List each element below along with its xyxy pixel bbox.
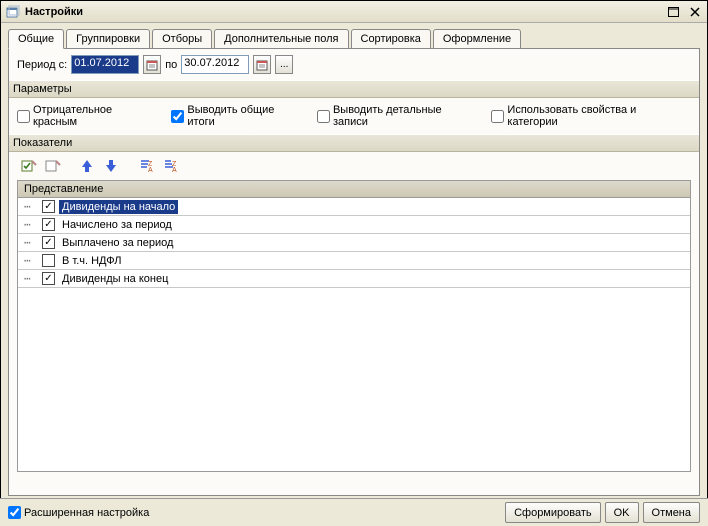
calendar-from-button[interactable] — [143, 55, 161, 74]
table-row[interactable]: ⋯ Выплачено за период — [18, 234, 690, 252]
row-label: Начислено за период — [59, 218, 175, 232]
tree-branch-icon: ⋯ — [24, 272, 42, 285]
tab-extra-fields[interactable]: Дополнительные поля — [214, 29, 348, 48]
toolbar-check-all-button[interactable] — [19, 156, 39, 176]
checkbox-input[interactable] — [491, 110, 504, 123]
table-row[interactable]: ⋯ Дивиденды на начало — [18, 198, 690, 216]
maximize-button[interactable] — [665, 5, 681, 19]
period-to-input[interactable]: 30.07.2012 — [181, 55, 249, 74]
tab-label: Оформление — [443, 33, 511, 45]
checkbox-input[interactable] — [317, 110, 330, 123]
ok-button[interactable]: OK — [605, 502, 639, 523]
window-titlebar: Настройки — [1, 1, 707, 23]
table-row[interactable]: ⋯ В т.ч. НДФЛ — [18, 252, 690, 270]
window-title: Настройки — [25, 6, 665, 18]
dialog-footer: Расширенная настройка Сформировать OK От… — [0, 498, 708, 526]
tree-branch-icon: ⋯ — [24, 200, 42, 213]
tabs: Общие Группировки Отборы Дополнительные … — [8, 29, 700, 48]
row-label: Дивиденды на конец — [59, 272, 171, 286]
svg-text:A: A — [172, 167, 177, 174]
checkbox-input[interactable] — [8, 506, 21, 519]
checkbox-advanced-settings[interactable]: Расширенная настройка — [8, 506, 149, 519]
tab-panel-general: Период с: 01.07.2012 по 30.07.2012 ... П… — [8, 48, 700, 496]
params-header: Параметры — [9, 80, 699, 98]
checkbox-label: Использовать свойства и категории — [507, 104, 687, 128]
button-label: Сформировать — [514, 507, 592, 519]
svg-text:Z: Z — [148, 161, 153, 168]
period-select-button[interactable]: ... — [275, 55, 293, 74]
toolbar-move-up-button[interactable] — [77, 156, 97, 176]
checkbox-show-totals[interactable]: Выводить общие итоги — [171, 104, 303, 128]
checkbox-show-details[interactable]: Выводить детальные записи — [317, 104, 477, 128]
checkbox-input[interactable] — [171, 110, 184, 123]
tab-sort[interactable]: Сортировка — [351, 29, 431, 48]
generate-button[interactable]: Сформировать — [505, 502, 601, 523]
grid-column-header[interactable]: Представление — [18, 181, 690, 198]
calendar-to-button[interactable] — [253, 55, 271, 74]
checkbox-label: Расширенная настройка — [24, 507, 149, 519]
period-to-label: по — [165, 59, 177, 71]
period-row: Период с: 01.07.2012 по 30.07.2012 ... — [17, 55, 691, 74]
tab-label: Отборы — [162, 33, 202, 45]
checkbox-label: Выводить общие итоги — [187, 104, 303, 128]
toolbar-sort-desc-button[interactable]: ZA — [159, 156, 179, 176]
close-button[interactable] — [687, 5, 703, 19]
tab-label: Сортировка — [361, 33, 421, 45]
button-label: OK — [614, 507, 630, 519]
svg-text:A: A — [148, 167, 153, 174]
checkbox-input[interactable] — [17, 110, 30, 123]
app-icon — [5, 4, 21, 20]
row-checkbox[interactable] — [42, 272, 55, 285]
tab-groupings[interactable]: Группировки — [66, 29, 150, 48]
toolbar-sort-asc-button[interactable]: AZ — [135, 156, 155, 176]
tree-branch-icon: ⋯ — [24, 236, 42, 249]
checkbox-label: Выводить детальные записи — [333, 104, 477, 128]
toolbar-move-down-button[interactable] — [101, 156, 121, 176]
tree-branch-icon: ⋯ — [24, 218, 42, 231]
period-from-label: Период с: — [17, 59, 67, 71]
checkbox-negative-red[interactable]: Отрицательное красным — [17, 104, 157, 128]
row-checkbox[interactable] — [42, 200, 55, 213]
toolbar-uncheck-all-button[interactable] — [43, 156, 63, 176]
table-row[interactable]: ⋯ Дивиденды на конец — [18, 270, 690, 288]
cancel-button[interactable]: Отмена — [643, 502, 700, 523]
row-checkbox[interactable] — [42, 236, 55, 249]
tab-general[interactable]: Общие — [8, 29, 64, 49]
tab-appearance[interactable]: Оформление — [433, 29, 521, 48]
indicators-grid: Представление ⋯ Дивиденды на начало ⋯ Начис… — [17, 180, 691, 472]
params-body: Отрицательное красным Выводить общие ито… — [17, 98, 691, 134]
indicators-toolbar: AZ ZA — [17, 152, 691, 180]
tree-branch-icon: ⋯ — [24, 254, 42, 267]
tab-label: Дополнительные поля — [224, 33, 338, 45]
checkbox-label: Отрицательное красным — [33, 104, 157, 128]
row-checkbox[interactable] — [42, 218, 55, 231]
indicators-header: Показатели — [9, 134, 699, 152]
checkbox-use-properties[interactable]: Использовать свойства и категории — [491, 104, 687, 128]
button-label: Отмена — [652, 507, 691, 519]
row-checkbox[interactable] — [42, 254, 55, 267]
row-label: В т.ч. НДФЛ — [59, 254, 124, 268]
row-label: Выплачено за период — [59, 236, 176, 250]
tab-filters[interactable]: Отборы — [152, 29, 212, 48]
tab-label: Группировки — [76, 33, 140, 45]
tab-label: Общие — [18, 33, 54, 45]
row-label: Дивиденды на начало — [59, 200, 178, 214]
table-row[interactable]: ⋯ Начислено за период — [18, 216, 690, 234]
period-from-input[interactable]: 01.07.2012 — [71, 55, 139, 74]
